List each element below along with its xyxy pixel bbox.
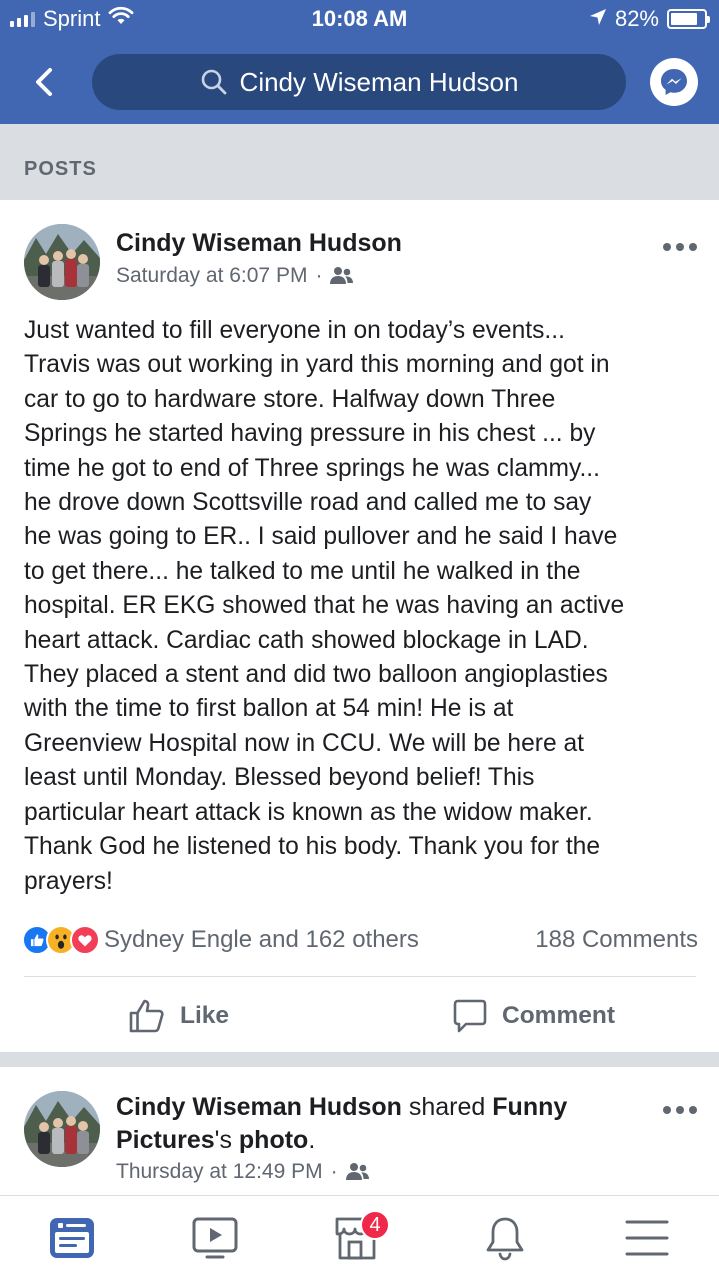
- avatar[interactable]: [24, 224, 100, 300]
- like-icon: [129, 999, 164, 1033]
- post-meta: Saturday at 6:07 PM ·: [116, 264, 354, 288]
- battery-level: [671, 13, 698, 25]
- marketplace-badge: 4: [360, 1210, 390, 1240]
- menu-icon: [625, 1220, 669, 1256]
- friends-icon: [330, 267, 354, 284]
- notifications-icon: [486, 1217, 524, 1261]
- battery-icon: [667, 9, 710, 29]
- post-author[interactable]: Cindy Wiseman Hudson: [116, 1093, 402, 1121]
- post-meta: Thursday at 12:49 PM ·: [116, 1160, 370, 1184]
- shared-post-header: Cindy Wiseman Hudson shared Funny Pictur…: [116, 1091, 636, 1157]
- meta-separator: ·: [330, 1160, 338, 1183]
- reactions-summary[interactable]: Sydney Engle and 162 others: [104, 926, 419, 954]
- bottom-tab-bar: 4: [0, 1195, 719, 1280]
- location-arrow-icon: [589, 6, 607, 32]
- search-bar[interactable]: Cindy Wiseman Hudson: [92, 54, 626, 110]
- friends-icon: [345, 1163, 369, 1180]
- status-bar: Sprint 10:08 AM 82%: [0, 0, 719, 40]
- divider: [24, 976, 696, 977]
- like-button[interactable]: Like: [128, 996, 229, 1036]
- meta-separator: ·: [315, 264, 323, 287]
- status-right: 82%: [589, 6, 710, 32]
- comments-count[interactable]: 188 Comments: [535, 926, 698, 954]
- post-options-button[interactable]: [663, 1103, 697, 1117]
- back-button[interactable]: [28, 64, 64, 100]
- post-body: Just wanted to fill everyone in on today…: [24, 317, 625, 895]
- battery-percent: 82%: [614, 6, 659, 31]
- back-icon: [36, 68, 52, 96]
- messenger-icon: [661, 69, 687, 95]
- comment-label: Comment: [502, 1002, 615, 1029]
- post-card: Cindy Wiseman Hudson Saturday at 6:07 PM…: [0, 200, 719, 1052]
- post-timestamp[interactable]: Saturday at 6:07 PM: [116, 264, 307, 288]
- tab-menu[interactable]: [622, 1214, 672, 1262]
- tab-watch[interactable]: [190, 1214, 240, 1262]
- post-options-button[interactable]: [663, 240, 697, 254]
- shared-possessive: 's: [214, 1126, 232, 1154]
- search-query: Cindy Wiseman Hudson: [239, 66, 519, 97]
- search-nav-row: Cindy Wiseman Hudson: [0, 54, 719, 110]
- comment-button[interactable]: Comment: [452, 996, 615, 1036]
- post-timestamp[interactable]: Thursday at 12:49 PM: [116, 1160, 323, 1184]
- avatar[interactable]: [24, 1091, 100, 1167]
- like-label: Like: [180, 1002, 230, 1029]
- posts-section-header: POSTS: [0, 124, 719, 200]
- watch-icon: [192, 1217, 238, 1259]
- news-feed-icon: [50, 1218, 94, 1258]
- post-card: Cindy Wiseman Hudson shared Funny Pictur…: [0, 1067, 719, 1195]
- tab-marketplace[interactable]: 4: [332, 1210, 390, 1262]
- tab-notifications[interactable]: [480, 1214, 530, 1262]
- comment-icon: [453, 999, 487, 1033]
- search-icon: [201, 69, 226, 95]
- love-reaction-icon: [70, 925, 100, 955]
- shared-end: .: [308, 1126, 316, 1154]
- post-author[interactable]: Cindy Wiseman Hudson: [116, 229, 402, 258]
- reactions-bar[interactable]: Sydney Engle and 162 others 188 Comments: [22, 920, 698, 960]
- shared-object[interactable]: photo: [239, 1126, 308, 1154]
- tab-news-feed[interactable]: [47, 1214, 97, 1262]
- reaction-icons: [22, 925, 100, 955]
- messenger-button[interactable]: [650, 58, 698, 106]
- section-label: POSTS: [24, 158, 97, 180]
- shared-verb: shared: [408, 1093, 486, 1121]
- profile-photo: [24, 1091, 100, 1167]
- app-header: Sprint 10:08 AM 82% Cindy Wiseman Hudson: [0, 0, 719, 124]
- profile-photo: [24, 224, 100, 300]
